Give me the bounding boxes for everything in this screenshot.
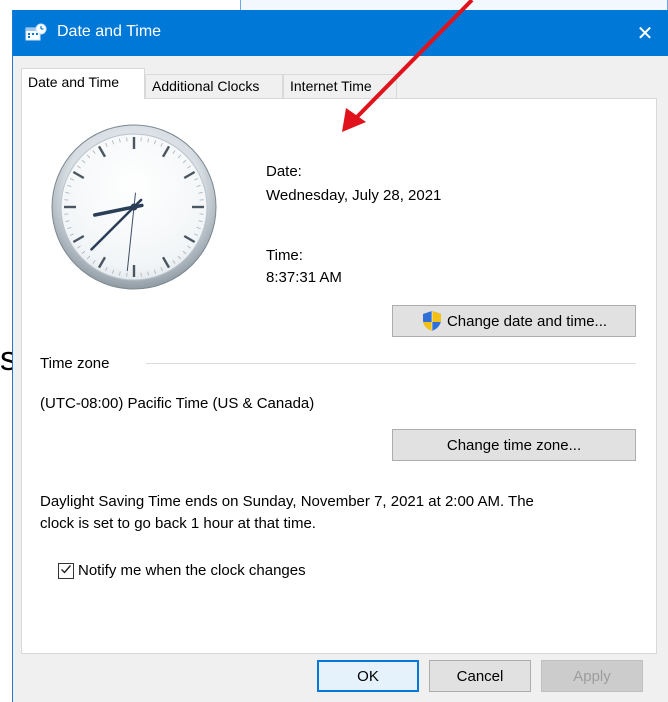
ok-button[interactable]: OK [317, 660, 419, 692]
tab-panel-date-and-time: Date: Wednesday, July 28, 2021 Time: 8:3… [21, 98, 657, 654]
title-bar[interactable]: Date and Time ✕ [13, 10, 668, 56]
apply-label: Apply [573, 667, 611, 685]
tab-internet-time[interactable]: Internet Time [283, 74, 397, 98]
cancel-label: Cancel [456, 667, 504, 685]
window-title: Date and Time [57, 23, 162, 40]
date-label: Date: [266, 163, 302, 180]
uac-shield-icon [421, 310, 443, 332]
change-date-and-time-button[interactable]: Change date and time... [392, 305, 636, 337]
notify-checkbox[interactable] [58, 563, 74, 579]
date-time-dialog: Date and Time ✕ Date and Time Additional… [12, 10, 668, 702]
cancel-button[interactable]: Cancel [429, 660, 531, 692]
time-zone-divider [146, 363, 636, 364]
date-time-settings-icon [25, 23, 47, 43]
tab-label: Date and Time [28, 74, 120, 90]
time-value: 8:37:31 AM [266, 269, 342, 286]
change-date-and-time-label: Change date and time... [446, 312, 608, 330]
close-icon: ✕ [636, 22, 654, 45]
change-time-zone-button[interactable]: Change time zone... [392, 429, 636, 461]
ok-label: OK [357, 667, 379, 685]
time-zone-heading: Time zone [40, 355, 110, 372]
notify-label[interactable]: Notify me when the clock changes [78, 562, 306, 579]
time-label: Time: [266, 247, 303, 264]
close-button[interactable]: ✕ [622, 10, 668, 56]
date-value: Wednesday, July 28, 2021 [266, 187, 442, 204]
analog-clock-icon [50, 123, 218, 296]
tab-date-and-time[interactable]: Date and Time [21, 68, 145, 99]
checkmark-icon [60, 562, 72, 580]
apply-button[interactable]: Apply [541, 660, 643, 692]
tab-label: Internet Time [290, 78, 372, 94]
dst-text-line-1: Daylight Saving Time ends on Sunday, Nov… [40, 493, 534, 510]
tab-additional-clocks[interactable]: Additional Clocks [145, 74, 283, 98]
time-zone-value: (UTC-08:00) Pacific Time (US & Canada) [40, 395, 315, 412]
tab-label: Additional Clocks [152, 78, 260, 94]
change-time-zone-label: Change time zone... [446, 436, 582, 454]
dst-text-line-2: clock is set to go back 1 hour at that t… [40, 515, 316, 532]
